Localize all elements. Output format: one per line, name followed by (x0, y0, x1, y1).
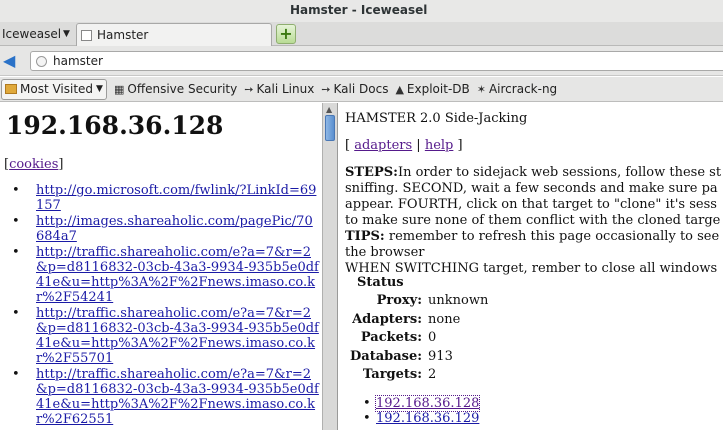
bookmark-label: Most Visited (20, 82, 94, 96)
hamster-nav: [ adapters | help ] (345, 138, 463, 153)
list-item: 192.168.36.128 (359, 395, 481, 412)
url-text: hamster (53, 54, 103, 68)
bookmark-kali-linux[interactable]: ➙ Kali Linux (244, 82, 314, 96)
table-row: Packets: 0 (347, 329, 491, 348)
adapters-link[interactable]: adapters (354, 138, 412, 153)
tab-hamster[interactable]: Hamster (76, 23, 272, 46)
new-tab-button[interactable]: + (276, 24, 296, 44)
captured-url-link[interactable]: http://traffic.shareaholic.com/e?a=7&r=2… (36, 245, 319, 305)
target-link[interactable]: 192.168.36.129 (376, 411, 479, 426)
navigation-bar: ◀ hamster (0, 46, 723, 76)
scroll-up-arrow-icon[interactable]: ▲ (326, 105, 332, 114)
app-menu-button[interactable]: Iceweasel ▼ (2, 25, 70, 43)
page-favicon-icon (81, 29, 92, 41)
kali-dragon-icon: ➙ (321, 82, 331, 96)
status-value: none (428, 311, 461, 327)
cookies-link[interactable]: cookies (9, 157, 58, 172)
list-item: http://go.microsoft.com/fwlink/?LinkId=6… (10, 183, 320, 213)
status-key: Adapters: (352, 311, 423, 327)
steps-text: In order to sidejack web sessions, follo… (397, 165, 722, 180)
url-bar[interactable]: hamster (30, 51, 723, 71)
steps-text: to make sure none of them conflict with … (345, 213, 721, 228)
plus-icon: + (279, 24, 293, 43)
table-row: Targets: 2 (347, 366, 491, 385)
chevron-down-icon: ▼ (63, 29, 70, 39)
folder-icon (5, 84, 17, 94)
captured-url-link[interactable]: http://traffic.shareaholic.com/e?a=7&r=2… (36, 306, 319, 366)
tab-title: Hamster (97, 28, 149, 42)
hamster-title: HAMSTER 2.0 Side-Jacking (345, 111, 528, 126)
instructions: STEPS:In order to sidejack web sessions,… (345, 165, 723, 277)
cookies-link-wrapper: [cookies] (4, 157, 64, 172)
status-key: Targets: (362, 367, 423, 383)
captured-url-link[interactable]: http://images.shareaholic.com/pagePic/70… (36, 214, 313, 244)
list-item: http://traffic.shareaholic.com/e?a=7&r=2… (10, 245, 320, 305)
status-key: Packets: (360, 330, 423, 346)
help-link[interactable]: help (425, 138, 454, 153)
tips-text: remember to refresh this page occasional… (384, 229, 720, 244)
status-key: Proxy: (376, 293, 423, 309)
table-row: Proxy: unknown (347, 292, 491, 311)
status-heading: Status (357, 274, 404, 290)
status-value: unknown (428, 293, 489, 309)
status-value: 2 (428, 367, 437, 383)
back-arrow-icon: ◀ (3, 51, 16, 70)
bookmark-most-visited[interactable]: Most Visited ▼ (1, 78, 107, 100)
kali-dragon-icon: ➙ (244, 82, 254, 96)
status-value: 0 (428, 330, 437, 346)
back-button[interactable]: ◀ (3, 52, 23, 70)
window-title: Hamster - Iceweasel (290, 3, 428, 17)
list-item: http://traffic.shareaholic.com/e?a=7&r=2… (10, 367, 320, 427)
tab-bar: Iceweasel ▼ Hamster + (0, 22, 723, 46)
tips-label: TIPS: (345, 229, 385, 244)
page-title: 192.168.36.128 (6, 111, 224, 140)
steps-text: sniffing. SECOND, wait a few seconds and… (345, 181, 718, 196)
bookmark-label: Offensive Security (127, 82, 238, 96)
bookmark-aircrack-ng[interactable]: ✶ Aircrack-ng (477, 82, 557, 96)
status-key: Database: (350, 348, 423, 364)
right-frame: HAMSTER 2.0 Side-Jacking [ adapters | he… (339, 103, 723, 430)
captured-url-link[interactable]: http://go.microsoft.com/fwlink/?LinkId=6… (36, 183, 316, 213)
window-titlebar: Hamster - Iceweasel (0, 0, 723, 22)
left-frame: 192.168.36.128 [cookies] http://go.micro… (0, 103, 322, 430)
steps-label: STEPS: (345, 165, 398, 180)
bookmark-kali-docs[interactable]: ➙ Kali Docs (321, 82, 388, 96)
captured-url-link[interactable]: http://traffic.shareaholic.com/e?a=7&r=2… (36, 367, 319, 427)
tips-text: the browser (345, 245, 425, 260)
bookmark-label: Kali Docs (333, 82, 389, 96)
offensive-security-icon: ▦ (113, 82, 125, 96)
table-row: Adapters: none (347, 310, 491, 329)
list-item: 192.168.36.129 (359, 411, 479, 426)
aircrack-icon: ✶ (476, 82, 486, 96)
bookmarks-toolbar: Most Visited ▼ ▦ Offensive Security ➙ Ka… (0, 77, 723, 102)
app-menu-label: Iceweasel (2, 27, 62, 41)
globe-icon (36, 55, 47, 67)
scrollbar-thumb[interactable] (325, 115, 335, 141)
target-link[interactable]: 192.168.36.128 (374, 395, 481, 412)
status-table: Status Proxy: unknown Adapters: none Packe… (347, 273, 491, 384)
captured-url-list: http://go.microsoft.com/fwlink/?LinkId=6… (10, 183, 320, 428)
left-frame-scrollbar[interactable]: ▲ (322, 103, 338, 430)
steps-text: appear. FOURTH, click on that target to … (345, 197, 717, 212)
bookmark-label: Kali Linux (256, 82, 315, 96)
bookmark-exploit-db[interactable]: ▲ Exploit-DB (395, 82, 469, 96)
bookmark-label: Aircrack-ng (488, 82, 558, 96)
target-list: 192.168.36.128 192.168.36.129 (359, 395, 481, 426)
chevron-down-icon: ▼ (96, 84, 103, 94)
status-value: 913 (428, 348, 453, 364)
table-row: Database: 913 (347, 347, 491, 366)
exploit-db-icon: ▲ (395, 82, 404, 96)
bookmark-offensive-security[interactable]: ▦ Offensive Security (114, 82, 237, 96)
list-item: http://traffic.shareaholic.com/e?a=7&r=2… (10, 306, 320, 366)
list-item: http://images.shareaholic.com/pagePic/70… (10, 214, 320, 244)
bookmark-label: Exploit-DB (406, 82, 470, 96)
